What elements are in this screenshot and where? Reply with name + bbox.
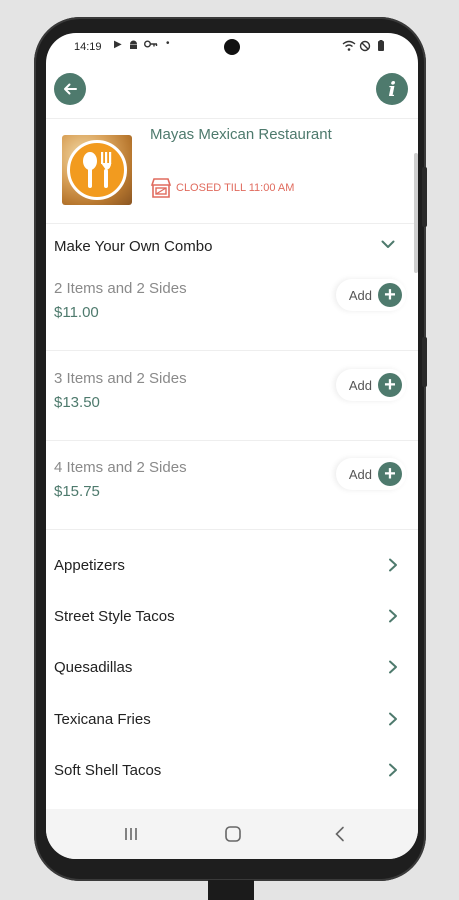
category-street-style-tacos[interactable]: Street Style Tacos [46, 598, 418, 638]
info-icon: i [388, 77, 396, 101]
add-button-label: Add [348, 377, 372, 393]
closed-status-text: CLOSED TILL 11:00 AM [176, 182, 295, 194]
plus-icon: + [378, 373, 402, 397]
combo-item: 2 Items and 2 Sides $11.00 Add + [46, 279, 418, 370]
play-icon: ▶ [114, 39, 122, 50]
combo-section-header[interactable]: Make Your Own Combo [54, 236, 404, 258]
chevron-right-icon [386, 659, 400, 680]
header-divider [46, 118, 418, 119]
category-label: Appetizers [54, 557, 125, 574]
combo-item: 3 Items and 2 Sides $13.50 Add + [46, 369, 418, 460]
chevron-right-icon [386, 711, 400, 732]
item-divider [46, 440, 418, 441]
info-button[interactable]: i [376, 73, 408, 105]
category-label: Soft Shell Tacos [54, 762, 162, 779]
power-button [422, 337, 427, 387]
plus-icon: + [378, 283, 402, 307]
front-camera [224, 39, 240, 55]
plus-icon: + [378, 462, 402, 486]
battery-icon [378, 40, 384, 51]
system-nav-bar [46, 809, 418, 859]
chevron-right-icon [386, 557, 400, 578]
add-button[interactable]: Add + [336, 369, 406, 401]
recents-icon[interactable] [122, 825, 140, 848]
volume-button [422, 167, 427, 227]
combo-item-price: $11.00 [54, 304, 99, 321]
category-texicana-fries[interactable]: Texicana Fries [46, 701, 418, 741]
category-label: Quesadillas [54, 659, 133, 676]
add-button-label: Add [348, 287, 372, 303]
combo-section-title: Make Your Own Combo [54, 238, 213, 255]
status-bar: 14:19 ▶ • [46, 33, 418, 61]
chevron-right-icon [386, 608, 400, 629]
combo-item-price: $15.75 [54, 483, 100, 500]
category-label: Street Style Tacos [54, 608, 175, 625]
category-label: Texicana Fries [54, 711, 151, 728]
combo-item-name: 2 Items and 2 Sides [54, 280, 187, 297]
item-divider [46, 529, 418, 530]
store-icon [150, 178, 172, 198]
scrollbar[interactable] [414, 153, 418, 273]
combo-item-price: $13.50 [54, 394, 100, 411]
back-button[interactable] [54, 73, 86, 105]
back-icon[interactable] [331, 825, 349, 848]
home-icon[interactable] [224, 825, 242, 848]
dot-icon: • [166, 38, 170, 49]
combo-item-name: 3 Items and 2 Sides [54, 370, 187, 387]
wifi-icon [342, 40, 356, 51]
section-divider [46, 223, 418, 224]
status-time: 14:19 [74, 41, 102, 53]
key-icon [144, 39, 158, 52]
do-not-disturb-icon [359, 40, 371, 52]
category-appetizers[interactable]: Appetizers [46, 547, 418, 587]
arrow-left-icon [64, 83, 77, 95]
spoon-fork-logo [67, 140, 127, 200]
combo-item-name: 4 Items and 2 Sides [54, 459, 187, 476]
status-right-icons [342, 40, 390, 55]
category-quesadillas[interactable]: Quesadillas [46, 649, 418, 689]
closed-status: CLOSED TILL 11:00 AM [150, 176, 294, 200]
combo-item: 4 Items and 2 Sides $15.75 Add + [46, 458, 418, 549]
add-button-label: Add [348, 466, 372, 482]
app-screen: 14:19 ▶ • i Mayas Mexican Restaurant CLO… [46, 33, 418, 859]
item-divider [46, 350, 418, 351]
category-soft-shell-tacos[interactable]: Soft Shell Tacos [46, 752, 418, 792]
restaurant-logo [62, 135, 132, 205]
restaurant-name: Mayas Mexican Restaurant [150, 126, 332, 143]
chevron-down-icon [380, 236, 396, 257]
usb-cable [208, 880, 254, 900]
android-icon [128, 39, 139, 53]
add-button[interactable]: Add + [336, 279, 406, 311]
add-button[interactable]: Add + [336, 458, 406, 490]
chevron-right-icon [386, 762, 400, 783]
